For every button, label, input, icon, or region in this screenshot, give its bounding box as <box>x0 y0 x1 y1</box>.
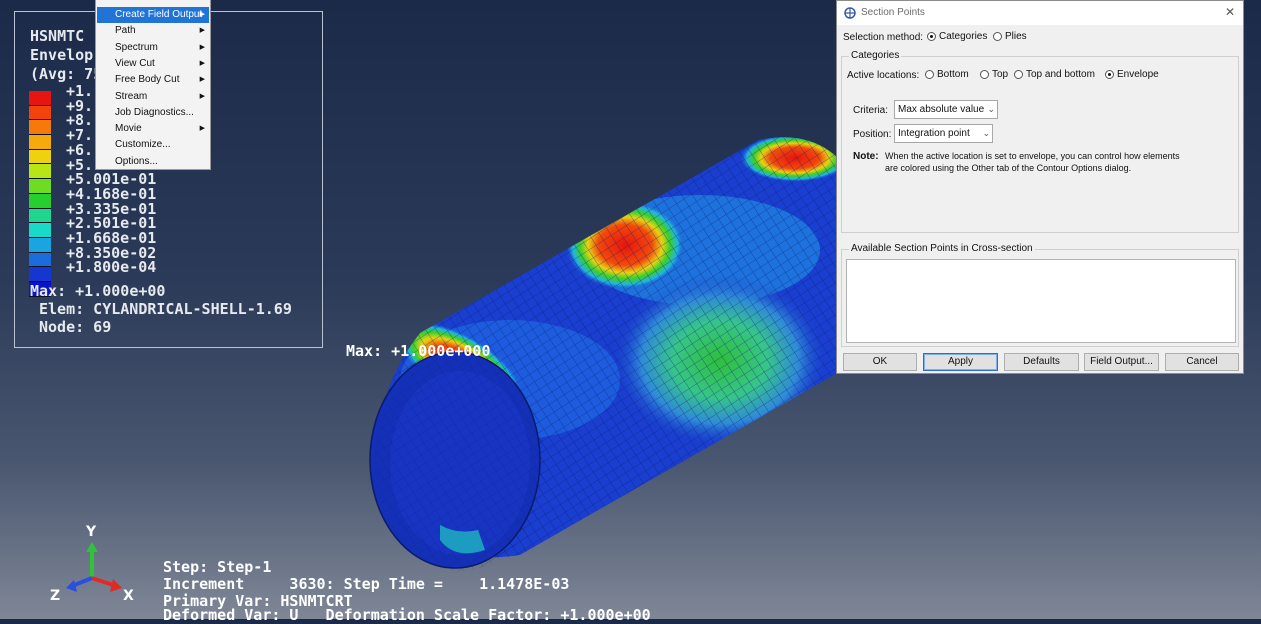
menu-item[interactable]: Options... <box>97 154 209 170</box>
legend-node: Node: 69 <box>39 318 112 336</box>
legend-swatch <box>29 135 51 150</box>
legend-title-line-3: (Avg: 75 <box>30 65 103 83</box>
submenu-arrow-icon: ▶ <box>199 125 205 133</box>
categories-group-label: Categories <box>849 50 902 61</box>
radio-categories[interactable]: Categories <box>927 31 987 42</box>
menu-item[interactable]: Stream ▶ <box>97 89 209 105</box>
section-points-list[interactable] <box>846 259 1236 343</box>
menu-item[interactable]: Create Field Output ▶ <box>97 7 209 23</box>
cancel-button[interactable]: Cancel <box>1165 353 1239 371</box>
legend-swatch <box>29 267 51 282</box>
radio-top-and-bottom[interactable]: Top and bottom <box>1014 69 1095 80</box>
selection-method-label: Selection method: <box>843 32 924 43</box>
menu-item[interactable]: Path ▶ <box>97 23 209 39</box>
radio-envelope[interactable]: Envelope <box>1105 69 1159 80</box>
criteria-select[interactable]: Max absolute value ⌄ <box>894 100 998 119</box>
legend-swatch <box>29 179 51 194</box>
legend-swatch <box>29 237 51 253</box>
submenu-arrow-icon: ▶ <box>199 59 205 67</box>
available-sections-label: Available Section Points in Cross-sectio… <box>849 243 1035 254</box>
criteria-label: Criteria: <box>853 105 889 116</box>
close-icon[interactable]: ✕ <box>1225 5 1235 19</box>
triad-x-label: X <box>123 588 134 604</box>
legend-elem: Elem: CYLANDRICAL-SHELL-1.69 <box>39 300 292 318</box>
menu-item-label: Stream <box>115 90 148 102</box>
status-deformed-var: Deformed Var: U Deformation Scale Factor… <box>163 606 651 624</box>
menu-item-label: Movie <box>115 123 142 135</box>
menu-item[interactable]: Movie ▶ <box>97 121 209 137</box>
legend-value: +1.800e-04 <box>66 258 157 277</box>
dialog-title: Section Points <box>861 7 925 18</box>
submenu-arrow-icon: ▶ <box>199 76 205 84</box>
radio-plies[interactable]: Plies <box>993 31 1027 42</box>
section-points-dialog: Section Points ✕ Selection method: Categ… <box>836 0 1244 374</box>
legend-swatch <box>29 149 51 165</box>
menu-item-label: Job Diagnostics... <box>115 106 194 118</box>
legend-title-line-2: Envelop <box>30 46 94 64</box>
defaults-button[interactable]: Defaults <box>1004 353 1079 371</box>
legend-max: Max: +1.000e+00 <box>30 282 166 300</box>
cylinder-model <box>369 137 880 571</box>
note-text-line-1: When the active location is set to envel… <box>885 151 1180 161</box>
submenu-arrow-icon: ▶ <box>199 43 205 51</box>
legend-swatch <box>29 193 51 209</box>
legend-swatch <box>29 105 51 121</box>
menu-item[interactable]: View Cut ▶ <box>97 56 209 72</box>
dialog-titlebar[interactable]: Section Points ✕ <box>837 1 1243 25</box>
legend-swatch <box>29 208 51 224</box>
note-text-line-2: are colored using the Other tab of the C… <box>885 163 1132 173</box>
legend-swatch <box>29 252 51 268</box>
abaqus-logo-icon <box>844 7 856 19</box>
radio-top[interactable]: Top <box>980 69 1008 80</box>
status-increment: Increment 3630: Step Time = 1.1478E-03 <box>163 575 570 593</box>
max-value-marker: Max: +1.000e+000 <box>346 342 491 360</box>
menu-item-label: Customize... <box>115 139 171 151</box>
menu-item[interactable]: Job Diagnostics... <box>97 105 209 121</box>
note-label: Note: <box>853 151 879 162</box>
legend-color-bar <box>29 91 51 297</box>
active-locations-label: Active locations: <box>847 70 920 81</box>
menu-item[interactable]: Customize... <box>97 137 209 153</box>
menu-item-label: Free Body Cut <box>115 74 180 86</box>
menu-item[interactable]: Spectrum ▶ <box>97 40 209 56</box>
submenu-arrow-icon: ▶ <box>199 92 205 100</box>
menu-item-label: Create Field Output <box>115 9 203 20</box>
results-context-menu: Create Field Output ▶ Path ▶ Spectrum ▶ View C… <box>95 0 211 170</box>
triad-z-label: Z <box>50 588 61 604</box>
legend-swatch <box>29 223 51 238</box>
legend-swatch <box>29 91 51 106</box>
field-output-button[interactable]: Field Output... <box>1084 353 1159 371</box>
menu-item-label: Path <box>115 25 136 37</box>
triad-y-label: Y <box>86 524 97 540</box>
radio-bottom[interactable]: Bottom <box>925 69 969 80</box>
axis-triad-icon <box>66 542 122 592</box>
legend-swatch <box>29 120 51 136</box>
menu-item-label: Spectrum <box>115 41 158 53</box>
menu-item[interactable]: Free Body Cut ▶ <box>97 72 209 88</box>
menu-item-label: Options... <box>115 155 158 167</box>
legend-title-line-1: HSNMTC <box>30 27 85 45</box>
position-label: Position: <box>853 129 892 140</box>
categories-group <box>841 56 1239 233</box>
status-step: Step: Step-1 <box>163 558 272 576</box>
submenu-arrow-icon: ▶ <box>199 27 205 35</box>
ok-button[interactable]: OK <box>843 353 917 371</box>
menu-item-label: View Cut <box>115 57 155 69</box>
legend-swatch <box>29 164 51 180</box>
submenu-arrow-icon: ▶ <box>199 11 205 18</box>
position-select[interactable]: Integration point ⌄ <box>894 124 993 143</box>
apply-button[interactable]: Apply <box>923 353 998 371</box>
